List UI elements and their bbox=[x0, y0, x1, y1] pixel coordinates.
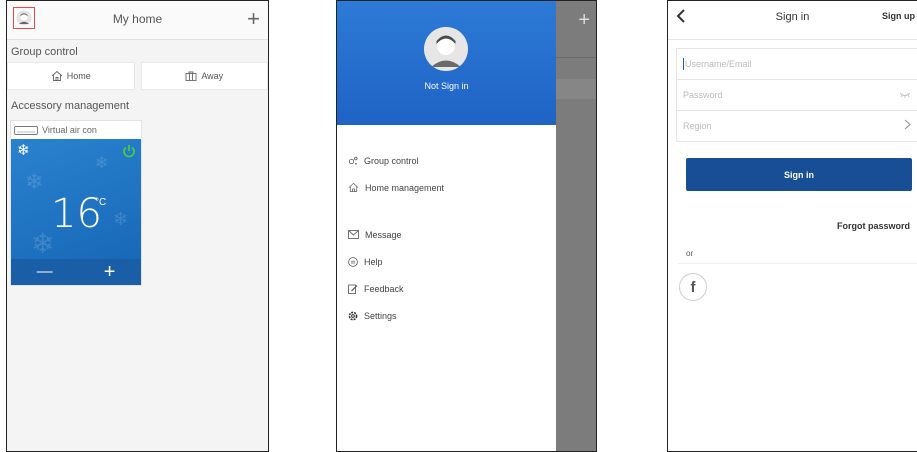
avatar-icon bbox=[424, 27, 468, 71]
eye-closed-icon[interactable] bbox=[899, 90, 911, 101]
or-divider-label: or bbox=[686, 249, 694, 258]
region-field[interactable] bbox=[677, 111, 917, 141]
drawer-menu-top: Group control Home management bbox=[337, 147, 556, 201]
background-divider bbox=[556, 57, 596, 58]
drawer-menu-bottom: Message Help Feedback Settings bbox=[337, 221, 556, 329]
password-input[interactable] bbox=[683, 90, 863, 100]
page-title: Sign in bbox=[775, 11, 810, 23]
air-conditioner-icon bbox=[14, 125, 38, 135]
menu-item-help[interactable]: Help bbox=[337, 248, 556, 275]
menu-item-label: Message bbox=[365, 229, 402, 240]
sign-in-status[interactable]: Not Sign in bbox=[337, 81, 556, 91]
home-icon bbox=[51, 70, 63, 81]
home-screen: My home + Group control Home Away Access… bbox=[6, 0, 269, 452]
facebook-icon: f bbox=[690, 278, 696, 296]
suitcase-icon bbox=[185, 71, 197, 81]
sign-in-screen: Sign in Sign up Sign in Forgot password … bbox=[667, 0, 917, 452]
decrease-temperature-button[interactable]: — bbox=[37, 263, 53, 281]
group-control-icon bbox=[348, 156, 358, 165]
accessory-management-heading: Accessory management bbox=[11, 100, 129, 112]
add-button[interactable]: + bbox=[247, 5, 260, 33]
home-mode-button[interactable]: Home bbox=[7, 62, 135, 90]
home-icon bbox=[348, 182, 359, 193]
increase-temperature-button[interactable]: + bbox=[104, 261, 116, 284]
help-icon bbox=[348, 256, 358, 267]
temperature-unit: °C bbox=[95, 197, 107, 208]
divider bbox=[678, 263, 917, 264]
sign-in-button[interactable]: Sign in bbox=[686, 158, 912, 191]
menu-item-message[interactable]: Message bbox=[337, 221, 556, 248]
away-mode-label: Away bbox=[201, 71, 224, 81]
username-field[interactable] bbox=[677, 49, 917, 80]
home-mode-label: Home bbox=[66, 71, 91, 81]
group-control-heading: Group control bbox=[11, 46, 78, 58]
device-name: Virtual air con bbox=[42, 125, 97, 135]
menu-item-group-control[interactable]: Group control bbox=[337, 147, 556, 174]
menu-item-home-management[interactable]: Home management bbox=[337, 174, 556, 201]
menu-item-label: Settings bbox=[364, 310, 397, 321]
snowflake-decoration-icon: ❄ bbox=[25, 169, 44, 194]
menu-item-label: Home management bbox=[365, 182, 445, 193]
ac-control-panel: ❄ ❄ ❄ ❄ ❄ 16 °C bbox=[11, 139, 141, 259]
snowflake-decoration-icon: ❄ bbox=[95, 155, 109, 172]
settings-icon bbox=[348, 311, 358, 320]
add-button-dimmed: + bbox=[578, 9, 590, 31]
power-icon[interactable] bbox=[122, 144, 136, 158]
device-label: Virtual air con bbox=[11, 121, 141, 139]
username-input[interactable] bbox=[685, 59, 865, 69]
cool-mode-icon[interactable]: ❄ bbox=[17, 141, 30, 159]
menu-item-settings[interactable]: Settings bbox=[337, 302, 556, 329]
menu-item-label: Group control bbox=[364, 155, 419, 166]
region-input[interactable] bbox=[683, 121, 863, 131]
feedback-icon bbox=[348, 284, 358, 294]
menu-item-feedback[interactable]: Feedback bbox=[337, 275, 556, 302]
device-card[interactable]: Virtual air con ❄ ❄ ❄ ❄ ❄ 16 °C — + bbox=[10, 120, 142, 286]
temperature-controls: — + bbox=[11, 259, 141, 285]
text-cursor bbox=[683, 58, 684, 70]
navigation-drawer: Not Sign in Group control Home managemen… bbox=[337, 1, 556, 451]
menu-item-label: Help bbox=[364, 256, 383, 267]
chevron-right-icon bbox=[904, 119, 911, 133]
away-mode-button[interactable]: Away bbox=[140, 62, 268, 90]
home-header: My home + bbox=[7, 1, 268, 40]
forgot-password-link[interactable]: Forgot password bbox=[837, 221, 910, 231]
background-band bbox=[556, 79, 596, 99]
message-icon bbox=[348, 230, 359, 239]
sign-in-header: Sign in Sign up bbox=[668, 1, 917, 40]
snowflake-decoration-icon: ❄ bbox=[113, 209, 129, 229]
avatar[interactable] bbox=[424, 27, 468, 71]
sign-up-link[interactable]: Sign up bbox=[882, 11, 915, 21]
drawer-header: Not Sign in bbox=[337, 1, 556, 125]
facebook-login-button[interactable]: f bbox=[679, 273, 707, 301]
drawer-screen: + Not Sign in Group control Home managem… bbox=[336, 0, 597, 452]
page-title: My home bbox=[112, 12, 163, 26]
password-field[interactable] bbox=[677, 80, 917, 111]
menu-item-label: Feedback bbox=[364, 283, 404, 294]
sign-in-form bbox=[676, 48, 917, 142]
